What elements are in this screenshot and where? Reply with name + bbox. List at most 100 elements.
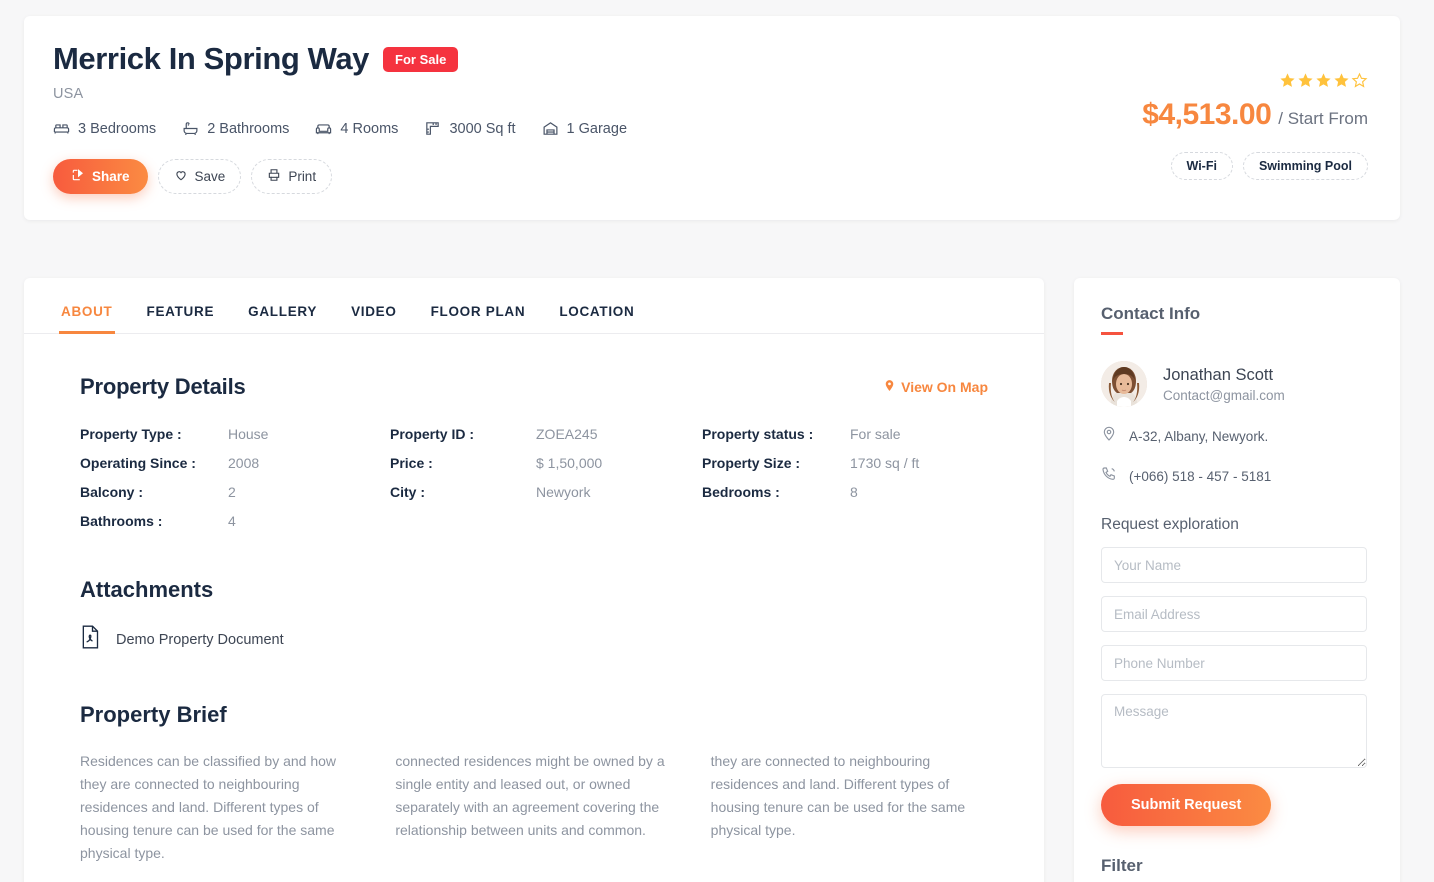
share-icon: [71, 168, 85, 185]
tab-location[interactable]: LOCATION: [542, 304, 651, 333]
print-button-label: Print: [288, 169, 317, 185]
detail-label: Bathrooms :: [80, 513, 163, 529]
location-pin-icon: [883, 379, 896, 395]
stat-label: 4 Rooms: [340, 120, 399, 137]
detail-label: Property status :: [702, 426, 814, 442]
tab-feature[interactable]: FEATURE: [130, 304, 232, 333]
star-filled-icon: [1316, 73, 1331, 87]
property-details-title: Property Details: [80, 374, 246, 399]
stat-bedrooms: 3 Bedrooms: [53, 120, 156, 137]
bed-icon: [53, 120, 70, 137]
property-country: USA: [53, 86, 84, 103]
property-content-card: ABOUT FEATURE GALLERY VIDEO FLOOR PLAN L…: [24, 278, 1044, 882]
stat-bathrooms: 2 Bathrooms: [182, 120, 289, 137]
detail-label: Operating Since :: [80, 455, 196, 471]
avatar: [1101, 361, 1147, 407]
stat-garage: 1 Garage: [542, 120, 627, 137]
tab-about[interactable]: ABOUT: [44, 304, 130, 334]
hero-actions-row: Share Save Print: [53, 159, 627, 195]
phone-input[interactable]: [1101, 645, 1367, 681]
agent-email: Contact@gmail.com: [1163, 387, 1285, 403]
heart-icon: [174, 168, 188, 185]
stat-label: 1 Garage: [566, 120, 628, 137]
sofa-icon: [315, 120, 332, 137]
email-input[interactable]: [1101, 596, 1367, 632]
contact-sidebar: Contact Info Jonathan Scott Contact@gmai…: [1074, 278, 1400, 882]
amenity-tag-swimming-pool[interactable]: Swimming Pool: [1242, 152, 1368, 180]
title-row: Merrick In Spring Way For Sale: [53, 41, 627, 76]
detail-label: Property Size :: [702, 455, 801, 471]
tab-gallery[interactable]: GALLERY: [231, 304, 334, 333]
agent-text: Jonathan Scott Contact@gmail.com: [1163, 366, 1285, 403]
price-value: $4,513.00: [1142, 98, 1272, 131]
agent-name: Jonathan Scott: [1163, 365, 1274, 384]
stat-label: 3 Bedrooms: [78, 120, 157, 137]
brief-paragraph: they are connected to neighbouring resid…: [710, 753, 966, 839]
save-button-label: Save: [194, 169, 226, 185]
brief-paragraph: Residences can be classified by and how …: [80, 753, 337, 862]
detail-value-empty: [536, 513, 702, 529]
name-input[interactable]: [1101, 547, 1367, 583]
property-stats-row: 3 Bedrooms 2 Bathrooms 4 Rooms 3000 Sq f…: [53, 120, 627, 137]
save-button[interactable]: Save: [157, 159, 242, 195]
view-on-map-label: View On Map: [901, 379, 988, 395]
detail-value: For sale: [850, 426, 901, 442]
view-on-map-link[interactable]: View On Map: [883, 379, 988, 395]
star-filled-icon: [1334, 73, 1349, 87]
about-panel: Property Details View On Map Property Ty…: [24, 334, 1044, 865]
hero-left-column: Merrick In Spring Way For Sale USA 3 Bed…: [53, 41, 627, 195]
property-hero-card: Merrick In Spring Way For Sale USA 3 Bed…: [24, 16, 1400, 220]
tab-video[interactable]: VIDEO: [334, 304, 414, 333]
message-textarea[interactable]: [1101, 694, 1367, 768]
stat-rooms: 4 Rooms: [315, 120, 398, 137]
property-brief-title: Property Brief: [80, 702, 227, 727]
status-badge: For Sale: [383, 46, 459, 72]
detail-value: 4: [228, 513, 236, 529]
detail-label: Price :: [390, 455, 433, 471]
brief-paragraph: connected residences might be owned by a…: [395, 753, 665, 839]
print-button[interactable]: Print: [251, 159, 333, 195]
printer-icon: [267, 168, 281, 185]
filter-title: Filter: [1101, 856, 1143, 875]
price-row: $4,513.00 / Start From: [1142, 98, 1368, 132]
detail-label-empty: [390, 513, 536, 529]
property-details-header: Property Details View On Map: [80, 374, 988, 400]
detail-label: Balcony :: [80, 484, 144, 500]
tab-floor-plan[interactable]: FLOOR PLAN: [414, 304, 543, 333]
rating-stars: [1142, 72, 1368, 89]
detail-label: Property ID :: [390, 426, 475, 442]
stat-label: 2 Bathrooms: [207, 120, 290, 137]
amenity-tags: Wi-Fi Swimming Pool: [1142, 152, 1368, 180]
price-suffix: / Start From: [1278, 109, 1368, 128]
request-exploration-title: Request exploration: [1101, 516, 1239, 533]
page-title: Merrick In Spring Way: [53, 41, 370, 76]
hero-right-column: $4,513.00 / Start From Wi-Fi Swimming Po…: [1142, 72, 1368, 180]
ruler-icon: [424, 120, 441, 137]
detail-value-empty: [850, 513, 988, 529]
detail-value: $ 1,50,000: [536, 455, 603, 471]
detail-value: ZOEA245: [536, 426, 598, 442]
detail-value: House: [228, 426, 269, 442]
detail-label: Property Type :: [80, 426, 182, 442]
property-details-grid: Property Type : House Property ID : ZOEA…: [80, 426, 988, 529]
bathtub-icon: [182, 120, 199, 137]
stat-area: 3000 Sq ft: [424, 120, 516, 137]
contact-info-title: Contact Info: [1101, 304, 1201, 323]
garage-icon: [542, 120, 559, 137]
agent-row: Jonathan Scott Contact@gmail.com: [1101, 361, 1373, 407]
attachment-item[interactable]: Demo Property Document: [80, 625, 988, 654]
pdf-file-icon: [80, 625, 100, 654]
attachments-title: Attachments: [80, 577, 214, 602]
title-underline: [1101, 332, 1123, 335]
detail-label: City :: [390, 484, 425, 500]
detail-label-empty: [702, 513, 850, 529]
content-tabs: ABOUT FEATURE GALLERY VIDEO FLOOR PLAN L…: [24, 278, 1044, 334]
stat-label: 3000 Sq ft: [449, 120, 516, 137]
submit-request-button[interactable]: Submit Request: [1101, 784, 1272, 826]
detail-value: Newyork: [536, 484, 591, 500]
agent-address: A-32, Albany, Newyork.: [1129, 429, 1269, 444]
detail-value: 1730 sq / ft: [850, 455, 920, 471]
star-filled-icon: [1298, 73, 1313, 87]
share-button[interactable]: Share: [53, 159, 148, 195]
amenity-tag-wifi[interactable]: Wi-Fi: [1170, 152, 1233, 180]
